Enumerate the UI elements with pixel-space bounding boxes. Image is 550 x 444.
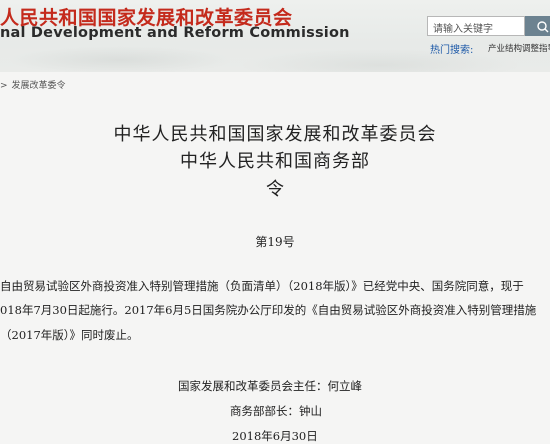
issuer-ndrc: 中华人民共和国国家发展和改革委员会 [113, 124, 437, 145]
hot-search-link[interactable]: 产业结构调整指导 [488, 42, 550, 54]
search-input[interactable]: 请输入关键字 [427, 16, 525, 36]
body-paragraph-line: 自由贸易试验区外商投资准入特别管理措施（负面清单）（2018年版）》已经党中央、… [0, 279, 524, 293]
body-paragraph-line: （2017年版）》同时废止。 [0, 328, 139, 342]
search-button[interactable] [525, 16, 550, 36]
document-type: 令 [266, 179, 284, 200]
signature-ndrc-director: 国家发展和改革委员会主任：何立峰 [178, 379, 362, 393]
site-header: 人民共和国国家发展和改革委员会 nal Development and Refo… [0, 0, 550, 72]
search-icon [537, 21, 549, 33]
signature-commerce-minister: 商务部部长：钟山 [230, 404, 322, 418]
document-number: 第19号 [255, 235, 295, 249]
issuer-mofcom: 中华人民共和国商务部 [180, 151, 370, 172]
body-paragraph-line: 018年7月30日起施行。2017年6月5日国务院办公厅印发的《自由贸易试验区外… [0, 303, 537, 317]
breadcrumb-current-link[interactable]: 发展改革委令 [12, 81, 66, 91]
site-title-english[interactable]: nal Development and Reform Commission [0, 25, 350, 41]
breadcrumb-separator: > [0, 81, 8, 91]
hot-search-label: 热门搜索: [430, 45, 474, 56]
breadcrumb: > 发展改革委令 [0, 78, 66, 91]
